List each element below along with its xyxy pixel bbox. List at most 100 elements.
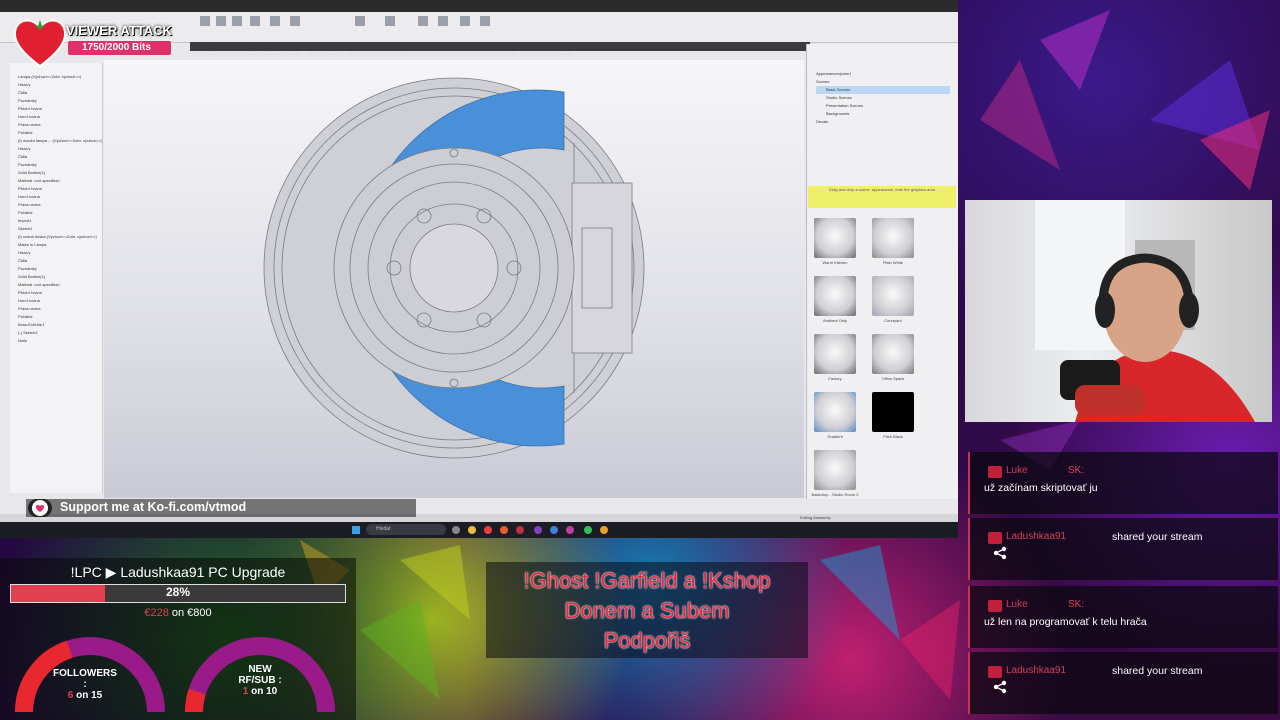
command-line-3: Podpořiš: [603, 628, 691, 653]
tree-item[interactable]: Počátek: [18, 129, 102, 137]
tree-item[interactable]: Počátek: [18, 209, 102, 217]
assembly-model-drawing: [263, 77, 645, 459]
tree-item[interactable]: Lampa (Výchozí<<Zobr. výchozí>>): [18, 73, 102, 81]
tree-item[interactable]: Přední rovina: [18, 289, 102, 297]
taskpane-tree-item[interactable]: Presentation Scenes: [816, 102, 950, 110]
tree-item[interactable]: Počátek: [18, 313, 102, 321]
appearances-scenes-tree[interactable]: Appearances(color) Scenes Basic Scenes S…: [808, 70, 950, 180]
tree-item[interactable]: Poznámky: [18, 97, 102, 105]
taskbar-search-input[interactable]: Hledat: [366, 524, 446, 535]
scene-thumbnail[interactable]: [872, 276, 914, 316]
solidworks-titlebar: [0, 0, 958, 12]
tree-item[interactable]: Boss-Extrude1: [18, 321, 102, 329]
tree-item[interactable]: Sketch1: [18, 225, 102, 233]
taskbar-app-icons: [352, 526, 608, 534]
start-icon: [352, 526, 360, 534]
tree-item[interactable]: Horní rovina: [18, 297, 102, 305]
scene-label: Factory: [828, 376, 842, 381]
tree-item[interactable]: (-) Sketch2: [18, 329, 102, 337]
tree-item[interactable]: Solid Bodies(1): [18, 169, 102, 177]
scene-label: Pitch Black: [883, 434, 903, 439]
ribbon-tabs: Mesh Modeling Direct Editing Markup Evaluat…: [190, 42, 810, 56]
scene-thumbnail[interactable]: [872, 334, 914, 374]
tree-item[interactable]: Pravá rovina: [18, 121, 102, 129]
streamer-video: [1035, 200, 1255, 422]
chat-badge-icon: [988, 666, 1002, 678]
chat-share-text: shared your stream: [1112, 665, 1203, 677]
ribbon-tab[interactable]: Markup: [259, 49, 280, 58]
tree-item[interactable]: Poznámky: [18, 161, 102, 169]
tree-item[interactable]: Pravá rovina: [18, 201, 102, 209]
tree-item[interactable]: Horní rovina: [18, 113, 102, 121]
chat-badge-text: SK:: [1068, 465, 1085, 476]
chat-username: Ladushkaa91: [1006, 665, 1067, 676]
tree-item[interactable]: Mates in Lampa: [18, 241, 102, 249]
ribbon-tab[interactable]: Mesh Modeling: [190, 49, 227, 58]
chat-text: už len na programovať k telu hrača: [984, 616, 1147, 628]
ribbon-tab[interactable]: SOLIDWORKS Visualize: [520, 49, 576, 58]
chat-text: už začínam skriptovať ju: [984, 482, 1098, 494]
scene-thumbnail[interactable]: [872, 218, 914, 258]
chat-message: Luke SK: už len na programovať k telu hr…: [968, 586, 1278, 648]
goal-raised: €228: [144, 607, 169, 619]
taskpane-tree-item-selected[interactable]: Basic Scenes: [816, 86, 950, 94]
ribbon-tab[interactable]: SOLIDWORKS Add-Ins: [345, 49, 398, 58]
tree-item[interactable]: Material <not specified>: [18, 281, 102, 289]
chat-username: Luke: [1006, 465, 1028, 476]
scene-thumbnail[interactable]: [872, 392, 914, 432]
scene-thumbnail[interactable]: [814, 276, 856, 316]
scene-thumbnail[interactable]: [814, 392, 856, 432]
ribbon-tab[interactable]: MBD: [398, 49, 414, 58]
new-sub-label: NEW RF/SUB : 1 on 10: [238, 664, 282, 697]
tree-item[interactable]: Čidla: [18, 89, 102, 97]
tree-item[interactable]: Přední rovina: [18, 185, 102, 193]
chat-message: Luke SK: už začínam skriptovať ju: [968, 452, 1278, 514]
tree-item[interactable]: History: [18, 249, 102, 257]
share-icon: [993, 680, 1007, 694]
taskpane-tree-item[interactable]: Appearances(color): [816, 70, 950, 78]
tree-item[interactable]: Pravá rovina: [18, 305, 102, 313]
tree-item[interactable]: Nulls: [18, 337, 102, 345]
tree-item[interactable]: Horní rovina: [18, 193, 102, 201]
tree-item[interactable]: Přední rovina: [18, 105, 102, 113]
ribbon-tab[interactable]: Evaluate: [280, 49, 304, 58]
scene-label: Gradient: [827, 434, 843, 439]
scene-thumbnail[interactable]: [814, 450, 856, 490]
tree-item[interactable]: (f) nosná deska (Výchozí<<Zobr. výchozí>…: [18, 233, 102, 241]
tree-item[interactable]: History: [18, 81, 102, 89]
tree-item[interactable]: Čidla: [18, 153, 102, 161]
tree-item[interactable]: Čidla: [18, 257, 102, 265]
graphics-viewport[interactable]: [104, 60, 804, 498]
ribbon-tab[interactable]: SOLIDWORKS CAM: [414, 49, 462, 58]
scene-thumbnail[interactable]: [814, 334, 856, 374]
chat-username: Ladushkaa91: [1006, 531, 1067, 542]
scene-thumbnail[interactable]: [814, 218, 856, 258]
ribbon-tab[interactable]: Direct Editing: [227, 49, 260, 58]
webcam-feed: [965, 200, 1272, 422]
ribbon-tab[interactable]: SOLIDWORKS CAM TBM: [461, 49, 519, 58]
viewer-attack-title: VIEWER ATTACK: [66, 23, 172, 38]
feature-manager-tree[interactable]: Lampa (Výchozí<<Zobr. výchozí>>) History Č…: [10, 63, 103, 493]
followers-label: FOLLOWERS : 6 on 15: [53, 668, 117, 701]
tree-item[interactable]: Poznámky: [18, 265, 102, 273]
scene-label: Plain White: [882, 260, 904, 265]
kofi-link-text[interactable]: Support me at Ko-fi.com/vtmod: [60, 500, 246, 514]
ribbon-tab[interactable]: MBD Dimensions: [304, 49, 345, 58]
taskpane-tree-item[interactable]: Decals: [816, 118, 950, 126]
taskpane-tree-item[interactable]: Scenes: [816, 78, 950, 86]
chat-share-event: Ladushkaa91 shared your stream: [968, 518, 1278, 580]
tree-item[interactable]: Solid Bodies(1): [18, 273, 102, 281]
scene-label: Backdrop - Studio Room 2: [811, 492, 859, 497]
viewer-attack-bits: 1750/2000 Bits: [82, 42, 151, 53]
taskpane-tree-item[interactable]: Studio Scenes: [816, 94, 950, 102]
taskpane-tree-item[interactable]: Backgrounds: [816, 110, 950, 118]
scene-label: Office Space: [881, 376, 905, 381]
tree-item[interactable]: Material <not specified>: [18, 177, 102, 185]
tree-item[interactable]: History: [18, 145, 102, 153]
share-icon: [993, 546, 1007, 560]
chat-username: Luke: [1006, 599, 1028, 610]
tree-item[interactable]: Import1: [18, 217, 102, 225]
tree-item[interactable]: (f) úvodní lampa ... (Výchozí<<Zobr. výc…: [18, 137, 102, 145]
command-line-1: !Ghost !Garfield a !Kshop: [523, 568, 771, 593]
scene-label: Courtyard: [884, 318, 902, 323]
